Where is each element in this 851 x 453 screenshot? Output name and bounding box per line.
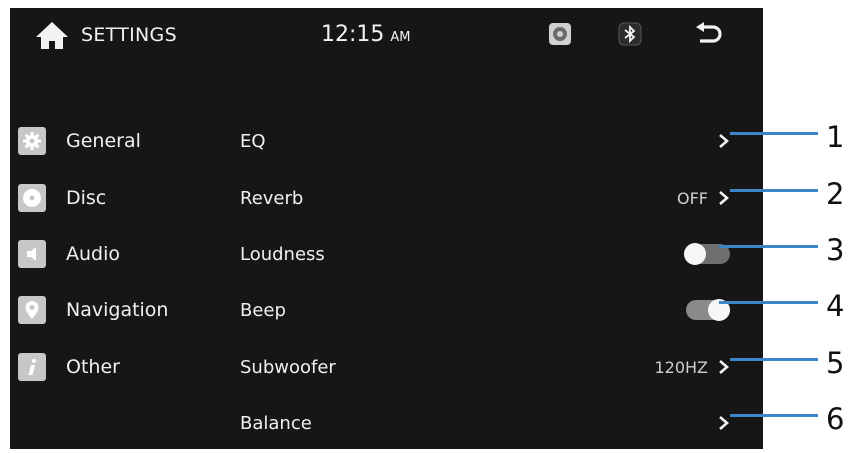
disc-status-icon[interactable] <box>548 22 572 50</box>
page-title: SETTINGS <box>81 24 177 46</box>
setting-label: Balance <box>240 412 312 434</box>
setting-row-subwoofer[interactable]: Subwoofer 120HZ <box>240 350 735 384</box>
setting-row-balance[interactable]: Balance <box>240 406 735 440</box>
info-icon <box>18 353 46 381</box>
callout-line <box>719 301 818 304</box>
callout-number: 4 <box>826 289 845 323</box>
sidebar-item-label: Audio <box>66 243 121 265</box>
sidebar-item-label: Disc <box>66 187 107 209</box>
bluetooth-icon[interactable] <box>618 22 642 50</box>
sidebar-item-other[interactable]: Other <box>18 350 208 384</box>
sidebar-item-label: General <box>66 130 141 152</box>
callout-line <box>719 245 818 248</box>
setting-row-eq[interactable]: EQ <box>240 124 735 158</box>
sidebar-item-navigation[interactable]: Navigation <box>18 293 208 327</box>
sidebar-item-audio[interactable]: Audio <box>18 237 208 271</box>
gear-icon <box>18 127 46 155</box>
callout-line <box>730 414 818 417</box>
setting-row-beep[interactable]: Beep <box>240 293 735 327</box>
toggle-knob <box>684 243 706 265</box>
callout-number: 1 <box>826 120 845 154</box>
setting-label: Reverb <box>240 187 304 209</box>
sidebar-item-label: Other <box>66 356 120 378</box>
callout-number: 2 <box>826 177 845 211</box>
clock-ampm: AM <box>390 30 411 45</box>
callout-number: 3 <box>826 233 845 267</box>
speaker-icon <box>18 240 46 268</box>
setting-row-loudness[interactable]: Loudness <box>240 237 735 271</box>
callout-line <box>730 132 818 135</box>
clock: 12:15 AM <box>321 22 411 47</box>
setting-row-reverb[interactable]: Reverb OFF <box>240 181 735 215</box>
callout-number: 5 <box>826 346 845 380</box>
callout-number: 6 <box>826 402 845 436</box>
location-pin-icon <box>18 296 46 324</box>
setting-value: OFF <box>677 188 708 208</box>
clock-time: 12:15 <box>321 22 385 47</box>
back-icon[interactable] <box>693 21 725 51</box>
callout-line <box>730 358 818 361</box>
setting-label: Beep <box>240 299 286 321</box>
setting-label: Subwoofer <box>240 356 336 378</box>
home-icon[interactable] <box>34 20 70 54</box>
setting-value: 120HZ <box>654 357 708 377</box>
sidebar-item-label: Navigation <box>66 299 169 321</box>
disc-icon <box>18 184 46 212</box>
setting-label: EQ <box>240 130 266 152</box>
setting-label: Loudness <box>240 243 325 265</box>
sidebar-item-disc[interactable]: Disc <box>18 181 208 215</box>
sidebar-item-general[interactable]: General <box>18 124 208 158</box>
callout-line <box>730 189 818 192</box>
head-unit-screen: SETTINGS 12:15 AM General Disc Audio Nav… <box>10 8 763 449</box>
